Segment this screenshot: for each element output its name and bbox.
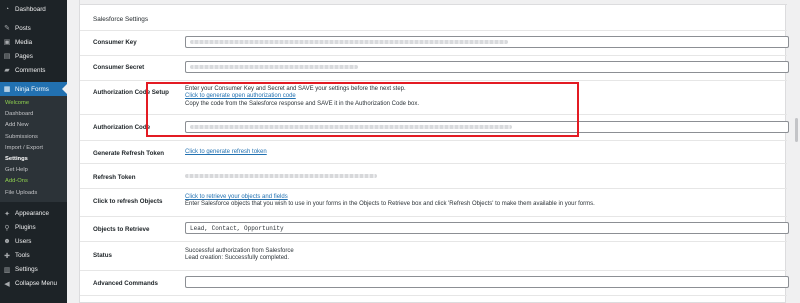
menu-posts[interactable]: ✎ Posts — [0, 21, 67, 35]
refresh-token-label: Refresh Token — [93, 174, 136, 181]
status-line2: Lead creation: Successfully completed. — [185, 255, 290, 262]
consumer-key-input[interactable] — [185, 36, 789, 48]
retrieve-objects-link[interactable]: Click to retrieve your objects and field… — [185, 194, 595, 201]
status-label: Status — [93, 252, 112, 259]
users-icon: ☻ — [3, 238, 11, 246]
plugins-icon: ⚲ — [4, 224, 10, 232]
submenu-get-help[interactable]: Get Help — [0, 165, 67, 176]
redacted-value — [190, 65, 358, 69]
menu-appearance[interactable]: ✦ Appearance — [0, 207, 67, 221]
settings-icon: ▥ — [3, 266, 11, 274]
media-icon: ▣ — [3, 39, 11, 46]
ninja-forms-icon: ▦ — [3, 86, 11, 93]
settings-panel: Salesforce Settings Consumer Key Consume… — [79, 0, 789, 303]
auth-code-label: Authorization Code — [93, 124, 151, 131]
divider — [80, 270, 787, 271]
menu-settings[interactable]: ▥ Settings — [0, 263, 67, 277]
consumer-key-label: Consumer Key — [93, 39, 137, 46]
menu-comments[interactable]: ▰ Comments — [0, 63, 67, 77]
redacted-value — [190, 40, 508, 44]
submenu-add-ons[interactable]: Add-Ons — [0, 176, 67, 187]
status-line1: Successful authorization from Salesforce — [185, 248, 294, 254]
menu-dashboard[interactable]: ◔ Dashboard — [0, 2, 67, 16]
menu-collapse[interactable]: ◀ Collapse Menu — [0, 277, 67, 291]
generate-refresh-token-label: Generate Refresh Token — [93, 150, 165, 157]
status-text: Successful authorization from Salesforce… — [185, 248, 294, 263]
pages-icon: ▤ — [3, 53, 11, 60]
section-title: Salesforce Settings — [93, 16, 149, 23]
menu-plugins[interactable]: ⚲ Plugins — [0, 221, 67, 235]
ninja-forms-submenu: Welcome Dashboard Add New Submissions Im… — [0, 96, 67, 202]
objects-to-retrieve-input[interactable]: Lead, Contact, Opportunity — [185, 222, 789, 234]
divider — [80, 241, 787, 242]
submenu-dashboard[interactable]: Dashboard — [0, 109, 67, 120]
consumer-secret-input[interactable] — [185, 61, 789, 73]
divider — [80, 295, 787, 296]
divider — [80, 30, 787, 31]
consumer-secret-label: Consumer Secret — [93, 64, 145, 71]
advanced-commands-input[interactable] — [185, 276, 789, 288]
main-content: Salesforce Settings Consumer Key Consume… — [67, 0, 800, 303]
highlight-annotation-box — [146, 82, 579, 137]
divider — [80, 216, 787, 217]
divider — [80, 188, 787, 189]
submenu-welcome[interactable]: Welcome — [0, 98, 67, 109]
refresh-objects-description: Enter Salesforce objects that you wish t… — [185, 201, 595, 208]
divider — [80, 163, 787, 164]
scrollbar[interactable] — [792, 0, 800, 303]
pin-icon: ✎ — [4, 25, 10, 32]
refresh-token-value — [185, 174, 377, 178]
appearance-icon: ✦ — [4, 210, 10, 218]
panel-top-divider — [80, 0, 787, 5]
divider — [80, 80, 787, 81]
submenu-import-export[interactable]: Import / Export — [0, 143, 67, 154]
comments-icon: ▰ — [4, 67, 10, 74]
submenu-settings[interactable]: Settings — [0, 154, 67, 165]
menu-media[interactable]: ▣ Media — [0, 35, 67, 49]
refresh-objects-content: Click to retrieve your objects and field… — [185, 194, 595, 209]
advanced-commands-label: Advanced Commands — [93, 280, 158, 287]
tools-icon: ✚ — [4, 252, 10, 260]
menu-tools[interactable]: ✚ Tools — [0, 249, 67, 263]
admin-sidebar: ◔ Dashboard ✎ Posts ▣ Media ▤ Pages ▰ Comment… — [0, 0, 67, 303]
divider — [80, 140, 787, 141]
submenu-submissions[interactable]: Submissions — [0, 132, 67, 143]
generate-refresh-token-link[interactable]: Click to generate refresh token — [185, 149, 267, 156]
refresh-objects-label: Click to refresh Objects — [93, 198, 163, 205]
scrollbar-thumb[interactable] — [795, 118, 798, 142]
menu-users[interactable]: ☻ Users — [0, 235, 67, 249]
menu-pages[interactable]: ▤ Pages — [0, 49, 67, 63]
submenu-add-new[interactable]: Add New — [0, 120, 67, 131]
collapse-icon: ◀ — [4, 280, 10, 288]
objects-to-retrieve-value: Lead, Contact, Opportunity — [190, 225, 284, 232]
objects-to-retrieve-label: Objects to Retrieve — [93, 226, 150, 233]
divider — [80, 55, 787, 56]
menu-ninja-forms[interactable]: ▦ Ninja Forms — [0, 82, 67, 96]
submenu-file-uploads[interactable]: File Uploads — [0, 188, 67, 199]
dashboard-icon: ◔ — [4, 5, 10, 13]
